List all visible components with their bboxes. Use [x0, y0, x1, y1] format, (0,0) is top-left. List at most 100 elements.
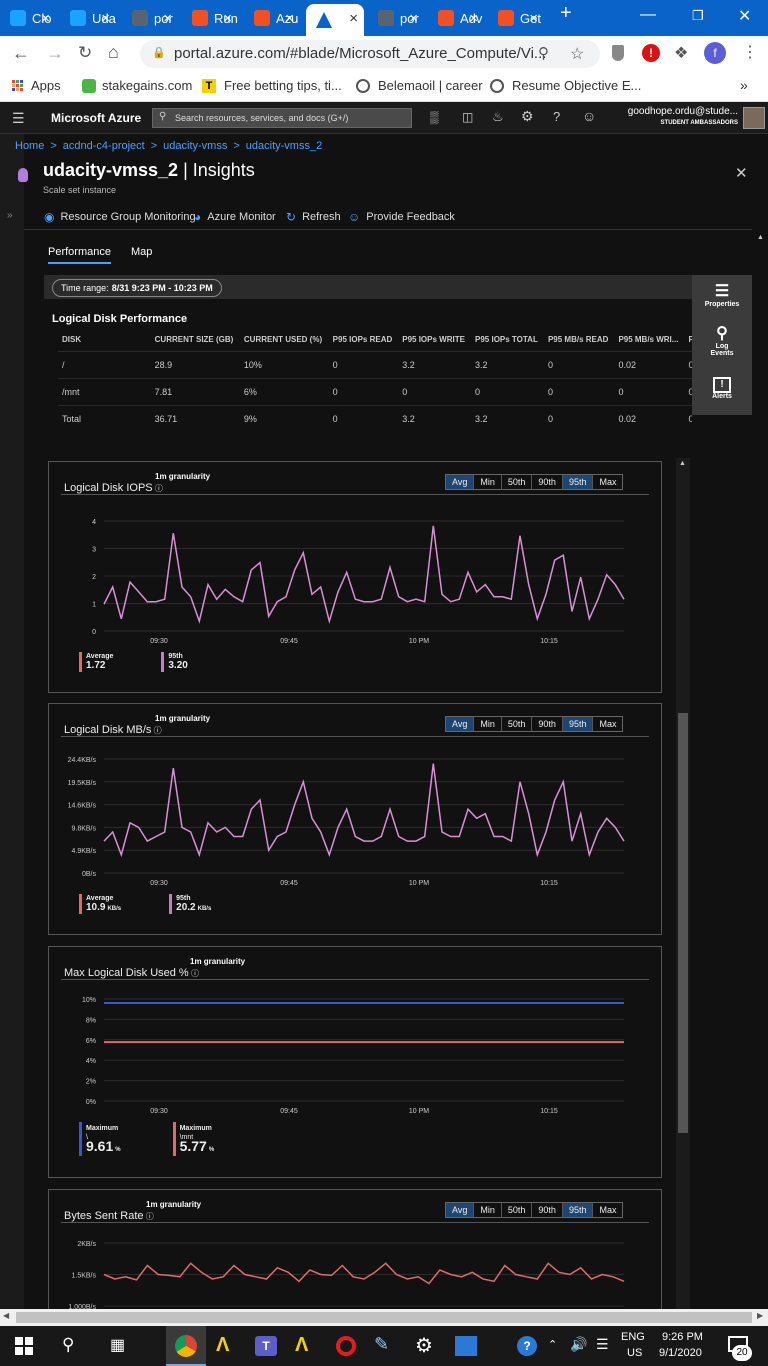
tab-close-icon[interactable]: ×: [223, 10, 232, 27]
refresh-button[interactable]: ↻ Refresh: [286, 210, 341, 224]
properties-button[interactable]: ☰ Properties: [692, 281, 752, 308]
scroll-left-icon[interactable]: ◀: [3, 1311, 9, 1320]
aggregation-95th-button[interactable]: 95th: [562, 475, 594, 489]
aggregation-95th-button[interactable]: 95th: [562, 1203, 594, 1217]
breadcrumb-vmss[interactable]: udacity-vmss: [163, 140, 227, 152]
aggregation-90th-button[interactable]: 90th: [532, 475, 563, 489]
puzzle-icon[interactable]: ❖: [674, 43, 688, 63]
url-field[interactable]: 🔒 portal.azure.com/#blade/Microsoft_Azur…: [140, 40, 600, 68]
windows-start-icon[interactable]: [15, 1337, 33, 1355]
user-name[interactable]: goodhope.ordu@stude...: [604, 106, 738, 117]
teams-icon[interactable]: T: [255, 1336, 277, 1356]
table-row[interactable]: /mnt 7.81 6% 0 0 0 0 0 0: [58, 377, 692, 405]
tab-close-icon[interactable]: ×: [285, 10, 294, 27]
volume-icon[interactable]: 🔊: [570, 1336, 587, 1353]
aggregation-max-button[interactable]: Max: [593, 717, 622, 731]
settings-gear-icon[interactable]: ⚙: [415, 1333, 433, 1358]
aggregation-90th-button[interactable]: 90th: [532, 717, 563, 731]
aggregation-50th-button[interactable]: 50th: [502, 475, 533, 489]
star-icon[interactable]: ☆: [570, 44, 584, 64]
aggregation-avg-button[interactable]: Avg: [446, 717, 475, 731]
back-icon[interactable]: ←: [12, 43, 30, 64]
chrome-taskbar-button[interactable]: [166, 1326, 206, 1366]
bookmark-apps[interactable]: Apps: [12, 78, 61, 93]
extension-alert-icon[interactable]: !: [642, 44, 660, 62]
forward-icon[interactable]: →: [46, 43, 64, 64]
browser-tab[interactable]: por ×: [122, 4, 178, 32]
tab-close-icon[interactable]: ×: [349, 10, 358, 27]
menu-icon[interactable]: ⋮: [742, 42, 758, 62]
tab-performance[interactable]: Performance: [48, 246, 111, 264]
url-text[interactable]: portal.azure.com/#blade/Microsoft_Azure_…: [174, 45, 546, 62]
clock-date[interactable]: 9/1/2020: [659, 1347, 702, 1359]
clock-time[interactable]: 9:26 PM: [662, 1331, 703, 1343]
hscroll-thumb[interactable]: [16, 1312, 752, 1323]
tab-close-icon[interactable]: ×: [41, 10, 50, 27]
restore-icon[interactable]: ❐: [692, 8, 704, 24]
scroll-right-icon[interactable]: ▶: [757, 1311, 763, 1320]
user-avatar[interactable]: [743, 107, 765, 129]
aggregation-min-button[interactable]: Min: [474, 475, 502, 489]
browser-tab[interactable]: Get ×: [488, 4, 544, 32]
table-row[interactable]: Total36.719%03.23.200.020.02: [58, 404, 692, 432]
series-line[interactable]: [103, 763, 625, 858]
tab-close-icon[interactable]: ×: [101, 10, 110, 27]
table-header[interactable]: P95 MB/s WRI...: [614, 329, 684, 351]
aggregation-90th-button[interactable]: 90th: [532, 1203, 563, 1217]
log-events-button[interactable]: ⚲ Log Events: [692, 323, 752, 357]
tab-close-icon[interactable]: ×: [163, 10, 172, 27]
feedback-smiley-icon[interactable]: ☺: [582, 108, 596, 124]
aggregation-avg-button[interactable]: Avg: [446, 475, 475, 489]
outer-scrollbar-track[interactable]: ▲: [753, 230, 768, 1309]
horizontal-scrollbar[interactable]: ◀ ▶: [0, 1309, 768, 1326]
table-header[interactable]: DISK: [58, 329, 151, 351]
tab-map[interactable]: Map: [131, 246, 152, 258]
profile-avatar[interactable]: f: [704, 42, 726, 64]
browser-tab[interactable]: Run ×: [182, 4, 238, 32]
cloud-shell-icon[interactable]: ▒: [430, 110, 439, 124]
more-bookmarks-icon[interactable]: »: [740, 77, 748, 93]
chevron-up-icon[interactable]: ⌃: [548, 1338, 557, 1351]
aggregation-min-button[interactable]: Min: [474, 1203, 502, 1217]
photos-icon[interactable]: [455, 1336, 477, 1356]
tab-close-icon[interactable]: ×: [469, 10, 478, 27]
browser-tab[interactable]: Clo ×: [0, 4, 56, 32]
table-header[interactable]: P95 IOPs TOTAL: [471, 329, 544, 351]
table-header[interactable]: P95 MB/s READ: [544, 329, 614, 351]
aggregation-50th-button[interactable]: 50th: [502, 1203, 533, 1217]
close-blade-icon[interactable]: ✕: [735, 164, 748, 182]
bookmark-belemaoil[interactable]: Belemaoil | career: [356, 78, 483, 93]
info-icon[interactable]: ⓘ: [189, 969, 199, 978]
azure-monitor-button[interactable]: ◕ Azure Monitor: [194, 210, 276, 224]
scroll-thumb[interactable]: [678, 713, 688, 1133]
bookmark-stakegains[interactable]: stakegains.com: [82, 78, 192, 93]
vertical-scrollbar[interactable]: ▲: [676, 458, 690, 1309]
new-tab-button[interactable]: +: [560, 2, 572, 25]
app-taskbar-icon[interactable]: Λ: [295, 1334, 308, 1357]
app-taskbar-icon[interactable]: Λ: [216, 1334, 229, 1357]
aggregation-95th-button[interactable]: 95th: [562, 717, 594, 731]
bookmark-betting[interactable]: T Free betting tips, ti...: [202, 78, 342, 93]
paint-icon[interactable]: ✎: [374, 1334, 389, 1355]
breadcrumb-home[interactable]: Home: [15, 140, 44, 152]
help-tray-icon[interactable]: ?: [517, 1336, 537, 1356]
provide-feedback-button[interactable]: ☺ Provide Feedback: [348, 210, 455, 224]
table-header[interactable]: CURRENT SIZE (GB): [151, 329, 240, 351]
info-icon[interactable]: ⓘ: [144, 1212, 154, 1221]
language-indicator[interactable]: ENG: [621, 1331, 645, 1343]
table-header[interactable]: CURRENT USED (%): [240, 329, 329, 351]
table-header[interactable]: P95 MB/s TOT: [684, 329, 692, 351]
hamburger-icon[interactable]: ☰: [12, 110, 25, 127]
tab-close-icon[interactable]: ×: [529, 10, 538, 27]
legend-item[interactable]: Maximum \ 9.61%: [79, 1122, 121, 1156]
legend-item[interactable]: Average 1.72: [79, 652, 113, 672]
series-line[interactable]: [103, 525, 625, 625]
search-icon[interactable]: ⚲: [62, 1335, 74, 1355]
wifi-icon[interactable]: ☰: [596, 1336, 609, 1353]
shield-icon[interactable]: [612, 45, 624, 61]
alerts-button[interactable]: ! Alerts: [692, 377, 752, 400]
browser-tab[interactable]: Adv ×: [428, 4, 484, 32]
scroll-up-icon[interactable]: ▲: [679, 460, 686, 467]
legend-item[interactable]: 95th 3.20: [161, 652, 189, 672]
time-range-pill[interactable]: Time range: 8/31 9:23 PM - 10:23 PM: [52, 279, 222, 297]
